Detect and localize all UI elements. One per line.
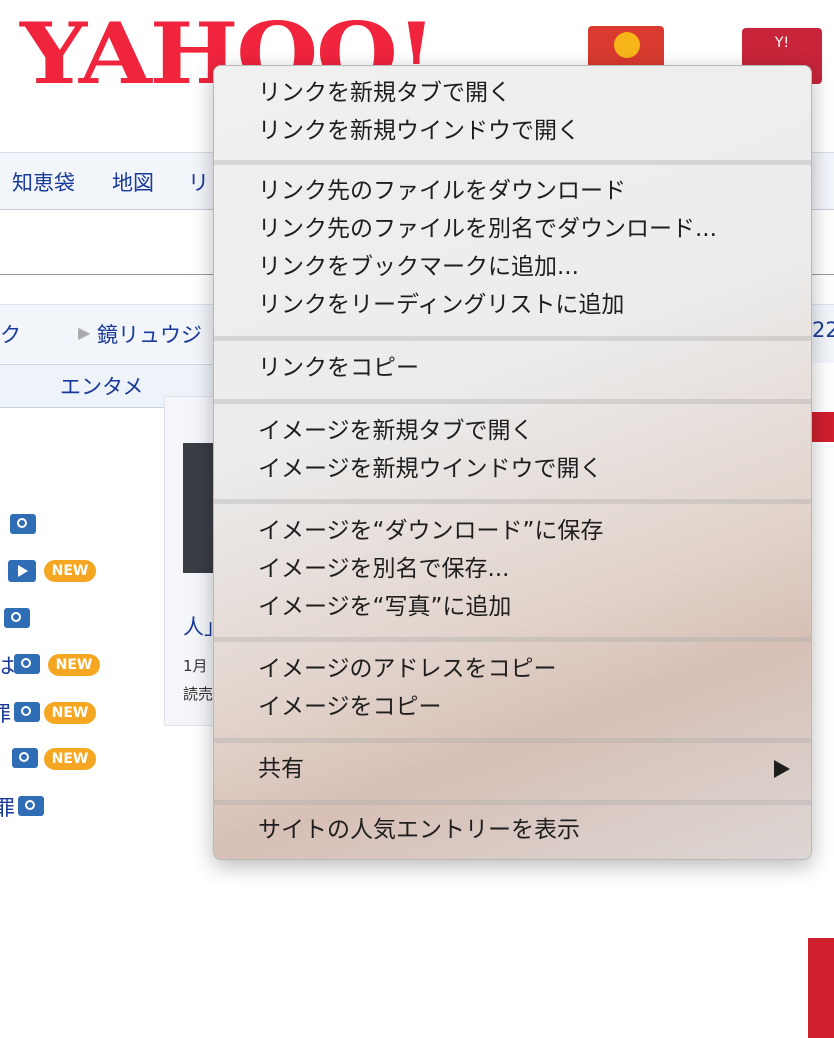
promo-banner-icon[interactable] [588,26,664,70]
menu-item-save-image-as[interactable]: イメージを別名で保存... [258,550,778,588]
context-menu: リンクを新規タブで開く リンクを新規ウインドウで開く リンク先のファイルをダウン… [213,65,812,860]
menu-separator [214,499,811,504]
topic-link-partial[interactable]: ク [0,319,21,349]
menu-item-add-image-photos[interactable]: イメージを“写真”に追加 [258,588,778,626]
news-item-edge-text[interactable]: は [0,650,15,680]
camera-icon [4,608,30,628]
video-play-icon [8,560,36,582]
menu-item-copy-link[interactable]: リンクをコピー [258,349,778,387]
new-badge: NEW [44,748,96,770]
menu-item-copy-image-address[interactable]: イメージのアドレスをコピー [258,650,778,688]
camera-icon [14,702,40,722]
menu-item-open-image-new-tab[interactable]: イメージを新規タブで開く [258,412,778,450]
camera-icon [10,514,36,534]
camera-icon [18,796,44,816]
submenu-arrow-icon [774,760,790,778]
nav-link-map[interactable]: 地図 [112,167,154,197]
menu-separator [214,800,811,805]
new-badge: NEW [44,702,96,724]
tab-entertainment[interactable]: エンタメ [60,371,143,401]
nav-link-partial[interactable]: リ [188,167,209,197]
menu-separator [214,738,811,743]
menu-item-share-label: 共有 [258,756,304,782]
card-date: 1月 [183,657,208,675]
menu-separator [214,637,811,642]
menu-item-copy-image[interactable]: イメージをコピー [258,688,778,726]
menu-separator [214,399,811,404]
ad-band [808,938,834,1038]
camera-icon [12,748,38,768]
news-item-edge-text[interactable]: 罪 [0,792,15,822]
menu-item-show-popular-entries[interactable]: サイトの人気エントリーを表示 [258,811,778,849]
menu-item-save-image-downloads[interactable]: イメージを“ダウンロード”に保存 [258,512,778,550]
bullet-icon: ▶ [78,323,91,342]
menu-item-download-linked-file[interactable]: リンク先のファイルをダウンロード [258,172,778,210]
card-source: 読売 [183,685,214,703]
menu-item-share[interactable]: 共有 [258,750,818,788]
menu-item-bookmark-link[interactable]: リンクをブックマークに追加... [258,248,778,286]
menu-separator [214,336,811,341]
new-badge: NEW [44,560,96,582]
topic-edge-number: 22 [812,318,834,342]
menu-item-open-link-new-tab[interactable]: リンクを新規タブで開く [258,74,778,112]
menu-item-download-linked-file-as[interactable]: リンク先のファイルを別名でダウンロード... [258,210,778,248]
menu-separator [214,160,811,165]
news-item-edge-text[interactable]: 罪 [0,698,11,728]
camera-icon [14,654,40,674]
menu-item-open-link-new-window[interactable]: リンクを新規ウインドウで開く [258,112,778,150]
new-badge: NEW [48,654,100,676]
sun-icon [614,32,640,58]
menu-item-add-link-reading-list[interactable]: リンクをリーディングリストに追加 [258,286,778,324]
topic-link-kagami[interactable]: 鏡リュウジ [97,319,202,349]
nav-link-chiebukuro[interactable]: 知恵袋 [12,167,75,197]
menu-item-open-image-new-window[interactable]: イメージを新規ウインドウで開く [258,450,778,488]
